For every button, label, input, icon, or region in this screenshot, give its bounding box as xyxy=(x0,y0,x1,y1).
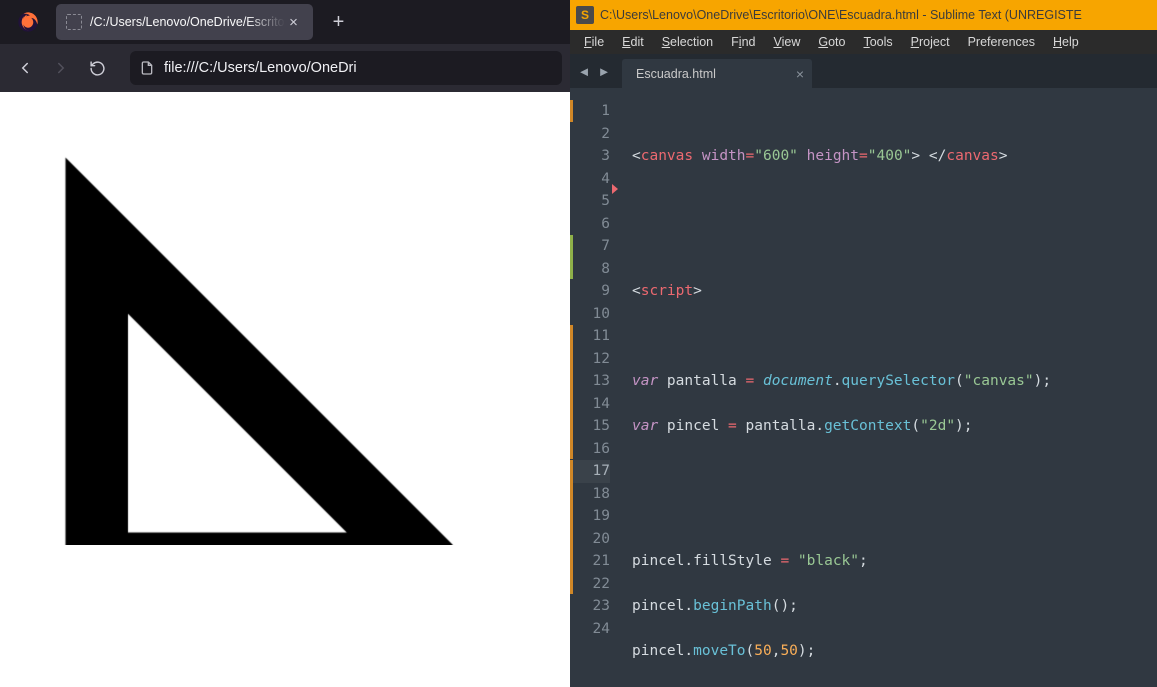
menu-help[interactable]: Help xyxy=(1045,33,1087,51)
new-tab-button[interactable]: + xyxy=(323,6,355,38)
back-button[interactable] xyxy=(8,51,42,85)
editor-tab[interactable]: Escuadra.html × xyxy=(622,59,812,88)
reload-button[interactable] xyxy=(80,51,114,85)
line-number: 1 xyxy=(570,100,610,123)
close-icon[interactable]: × xyxy=(285,13,303,31)
sublime-logo-icon: S xyxy=(576,6,594,24)
tab-next-icon[interactable]: ► xyxy=(594,60,614,82)
line-number-gutter: 1 2 3 4 5 6 7 8 9 10 11 12 13 14 15 16 1… xyxy=(570,88,620,687)
fold-marker-icon xyxy=(612,184,618,194)
window-titlebar: S C:\Users\Lenovo\OneDrive\Escritorio\ON… xyxy=(570,0,1157,30)
line-number: 17 xyxy=(570,460,610,483)
code-area: 1 2 3 4 5 6 7 8 9 10 11 12 13 14 15 16 1… xyxy=(570,88,1157,687)
line-number: 7 xyxy=(570,235,610,258)
tab-favicon xyxy=(66,14,82,30)
file-icon xyxy=(138,59,156,77)
window-title: C:\Users\Lenovo\OneDrive\Escritorio\ONE\… xyxy=(600,8,1082,22)
line-number: 9 xyxy=(570,280,610,303)
menu-view[interactable]: View xyxy=(765,33,808,51)
menu-bar: File Edit Selection Find View Goto Tools… xyxy=(570,30,1157,54)
code-content[interactable]: <canvas width="600" height="400"> </canv… xyxy=(620,88,1157,687)
url-text: file:///C:/Users/Lenovo/OneDri xyxy=(164,60,357,76)
line-number: 13 xyxy=(570,370,610,393)
line-number: 20 xyxy=(570,528,610,551)
menu-preferences[interactable]: Preferences xyxy=(960,33,1043,51)
line-number: 14 xyxy=(570,393,610,416)
gutter-mark xyxy=(570,100,573,122)
menu-tools[interactable]: Tools xyxy=(855,33,900,51)
menu-selection[interactable]: Selection xyxy=(654,33,721,51)
browser-tab[interactable]: /C:/Users/Lenovo/OneDrive/Escrito × xyxy=(56,4,313,40)
page-content xyxy=(0,92,570,687)
line-number: 5 xyxy=(570,190,610,213)
line-number: 19 xyxy=(570,505,610,528)
gutter-mark xyxy=(570,325,573,459)
forward-button[interactable] xyxy=(44,51,78,85)
firefox-window: /C:/Users/Lenovo/OneDrive/Escrito × + fi… xyxy=(0,0,570,687)
line-number: 6 xyxy=(570,213,610,236)
tab-title: /C:/Users/Lenovo/OneDrive/Escrito xyxy=(90,15,285,29)
menu-goto[interactable]: Goto xyxy=(810,33,853,51)
line-number: 15 xyxy=(570,415,610,438)
gutter-mark xyxy=(570,235,573,279)
line-number: 16 xyxy=(570,438,610,461)
line-number: 8 xyxy=(570,258,610,281)
navigation-toolbar: file:///C:/Users/Lenovo/OneDri xyxy=(0,44,570,92)
address-bar[interactable]: file:///C:/Users/Lenovo/OneDri xyxy=(130,51,562,85)
tab-prev-icon[interactable]: ◄ xyxy=(574,60,594,82)
menu-edit[interactable]: Edit xyxy=(614,33,652,51)
line-number: 22 xyxy=(570,573,610,596)
line-number: 10 xyxy=(570,303,610,326)
line-number: 18 xyxy=(570,483,610,506)
menu-find[interactable]: Find xyxy=(723,33,763,51)
menu-project[interactable]: Project xyxy=(903,33,958,51)
gutter-mark xyxy=(570,460,573,594)
editor-tab-label: Escuadra.html xyxy=(636,67,716,81)
line-number: 2 xyxy=(570,123,610,146)
sublime-window: S C:\Users\Lenovo\OneDrive\Escritorio\ON… xyxy=(570,0,1157,687)
tab-nav-arrows: ◄ ► xyxy=(570,54,618,88)
line-number: 3 xyxy=(570,145,610,168)
line-number: 24 xyxy=(570,618,610,641)
editor-tab-row: ◄ ► Escuadra.html × xyxy=(570,54,1157,88)
line-number: 21 xyxy=(570,550,610,573)
firefox-logo-icon xyxy=(0,0,56,44)
line-number: 11 xyxy=(570,325,610,348)
line-number: 12 xyxy=(570,348,610,371)
canvas-triangle xyxy=(3,95,570,545)
line-number: 4 xyxy=(570,168,610,191)
tab-strip: /C:/Users/Lenovo/OneDrive/Escrito × + xyxy=(0,0,570,44)
close-icon[interactable]: × xyxy=(796,66,804,82)
line-number: 23 xyxy=(570,595,610,618)
menu-file[interactable]: File xyxy=(576,33,612,51)
